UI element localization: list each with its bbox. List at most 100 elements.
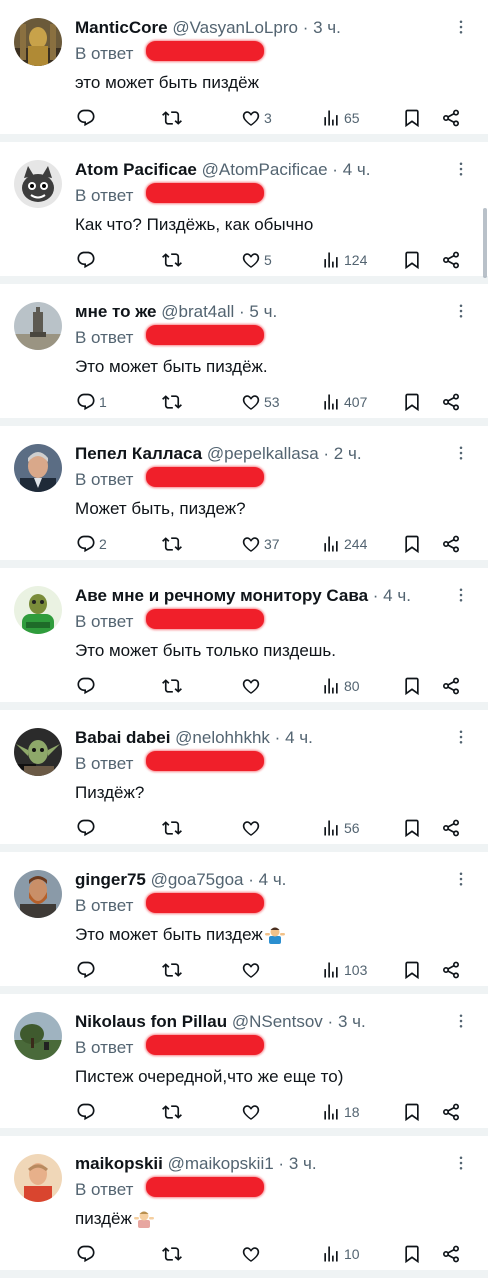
like-button[interactable]: 3: [241, 106, 272, 130]
tweet[interactable]: ManticCore @VasyanLoLpro · 3 ч. В ответ …: [0, 0, 488, 142]
tweet-timestamp[interactable]: 4 ч.: [383, 586, 411, 605]
reply-button[interactable]: [76, 1242, 99, 1266]
tweet-handle[interactable]: @VasyanLoLpro: [172, 18, 298, 37]
like-button[interactable]: 53: [241, 390, 280, 414]
bookmark-button[interactable]: [402, 248, 422, 272]
tweet[interactable]: ginger75 @goa75goa · 4 ч. В ответ Это мо…: [0, 852, 488, 994]
more-vertical-icon[interactable]: [452, 1154, 470, 1172]
tweet-author-name[interactable]: ginger75: [75, 870, 146, 889]
retweet-button[interactable]: [162, 958, 185, 982]
scrollbar[interactable]: [483, 208, 487, 278]
avatar[interactable]: [14, 302, 62, 350]
views-button[interactable]: 80: [321, 674, 360, 698]
more-vertical-icon[interactable]: [452, 870, 470, 888]
like-button[interactable]: [241, 958, 264, 982]
tweet-timestamp[interactable]: 4 ч.: [285, 728, 313, 747]
bookmark-button[interactable]: [402, 1100, 422, 1124]
tweet-handle[interactable]: @maikopskii1: [168, 1154, 274, 1173]
tweet[interactable]: maikopskii @maikopskii1 · 3 ч. В ответ п…: [0, 1136, 488, 1278]
avatar[interactable]: [14, 1012, 62, 1060]
tweet-author-name[interactable]: maikopskii: [75, 1154, 163, 1173]
like-button[interactable]: [241, 1100, 264, 1124]
share-button[interactable]: [441, 958, 461, 982]
tweet[interactable]: Nikolaus fon Pillau @NSentsov · 3 ч. В о…: [0, 994, 488, 1136]
bookmark-button[interactable]: [402, 532, 422, 556]
tweet-handle[interactable]: @AtomPacificae: [202, 160, 328, 179]
tweet-timestamp[interactable]: 4 ч.: [343, 160, 371, 179]
retweet-button[interactable]: [162, 532, 185, 556]
more-vertical-icon[interactable]: [452, 728, 470, 746]
share-button[interactable]: [441, 1100, 461, 1124]
retweet-button[interactable]: [162, 1100, 185, 1124]
retweet-button[interactable]: [162, 816, 185, 840]
tweet-timestamp[interactable]: 3 ч.: [289, 1154, 317, 1173]
like-button[interactable]: [241, 1242, 264, 1266]
views-button[interactable]: 244: [321, 532, 367, 556]
avatar[interactable]: [14, 1154, 62, 1202]
share-button[interactable]: [441, 816, 461, 840]
reply-button[interactable]: [76, 816, 99, 840]
avatar[interactable]: [14, 586, 62, 634]
retweet-button[interactable]: [162, 248, 185, 272]
share-button[interactable]: [441, 390, 461, 414]
reply-button[interactable]: [76, 958, 99, 982]
more-vertical-icon[interactable]: [452, 160, 470, 178]
tweet-timestamp[interactable]: 4 ч.: [259, 870, 287, 889]
avatar[interactable]: [14, 160, 62, 208]
tweet[interactable]: Atom Pacificae @AtomPacificae · 4 ч. В о…: [0, 142, 488, 284]
reply-button[interactable]: [76, 248, 99, 272]
more-vertical-icon[interactable]: [452, 586, 470, 604]
share-button[interactable]: [441, 674, 461, 698]
tweet-timestamp[interactable]: 3 ч.: [338, 1012, 366, 1031]
bookmark-button[interactable]: [402, 816, 422, 840]
views-button[interactable]: 18: [321, 1100, 360, 1124]
share-button[interactable]: [441, 532, 461, 556]
tweet-author-name[interactable]: Nikolaus fon Pillau: [75, 1012, 227, 1031]
views-button[interactable]: 103: [321, 958, 367, 982]
tweet-timestamp[interactable]: 3 ч.: [313, 18, 341, 37]
retweet-button[interactable]: [162, 390, 185, 414]
tweet-handle[interactable]: @NSentsov: [232, 1012, 323, 1031]
views-button[interactable]: 124: [321, 248, 367, 272]
bookmark-button[interactable]: [402, 674, 422, 698]
views-button[interactable]: 407: [321, 390, 367, 414]
avatar[interactable]: [14, 444, 62, 492]
tweet-handle[interactable]: @goa75goa: [151, 870, 244, 889]
tweet-author-name[interactable]: Аве мне и речному монитору Сава: [75, 586, 368, 605]
tweet-timestamp[interactable]: 2 ч.: [334, 444, 362, 463]
views-button[interactable]: 56: [321, 816, 360, 840]
tweet-author-name[interactable]: Пепел Калласа: [75, 444, 202, 463]
avatar[interactable]: [14, 870, 62, 918]
avatar[interactable]: [14, 728, 62, 776]
retweet-button[interactable]: [162, 106, 185, 130]
tweet-author-name[interactable]: Atom Pacificae: [75, 160, 197, 179]
reply-button[interactable]: 1: [76, 390, 107, 414]
reply-button[interactable]: 2: [76, 532, 107, 556]
bookmark-button[interactable]: [402, 390, 422, 414]
tweet-handle[interactable]: @pepelkallasa: [207, 444, 319, 463]
views-button[interactable]: 65: [321, 106, 360, 130]
like-button[interactable]: 37: [241, 532, 280, 556]
tweet-author-name[interactable]: ManticCore: [75, 18, 168, 37]
reply-button[interactable]: [76, 106, 99, 130]
share-button[interactable]: [441, 106, 461, 130]
reply-button[interactable]: [76, 674, 99, 698]
bookmark-button[interactable]: [402, 106, 422, 130]
tweet[interactable]: мне то же @brat4all · 5 ч. В ответ Это м…: [0, 284, 488, 426]
share-button[interactable]: [441, 1242, 461, 1266]
tweet-handle[interactable]: @brat4all: [161, 302, 234, 321]
tweet[interactable]: Аве мне и речному монитору Сава · 4 ч. В…: [0, 568, 488, 710]
like-button[interactable]: [241, 816, 264, 840]
tweet-author-name[interactable]: Babai dabei: [75, 728, 170, 747]
like-button[interactable]: [241, 674, 264, 698]
tweet-handle[interactable]: @nelohhkhk: [175, 728, 270, 747]
reply-button[interactable]: [76, 1100, 99, 1124]
bookmark-button[interactable]: [402, 958, 422, 982]
more-vertical-icon[interactable]: [452, 18, 470, 36]
avatar[interactable]: [14, 18, 62, 66]
like-button[interactable]: 5: [241, 248, 272, 272]
retweet-button[interactable]: [162, 674, 185, 698]
views-button[interactable]: 10: [321, 1242, 360, 1266]
retweet-button[interactable]: [162, 1242, 185, 1266]
tweet-timestamp[interactable]: 5 ч.: [249, 302, 277, 321]
